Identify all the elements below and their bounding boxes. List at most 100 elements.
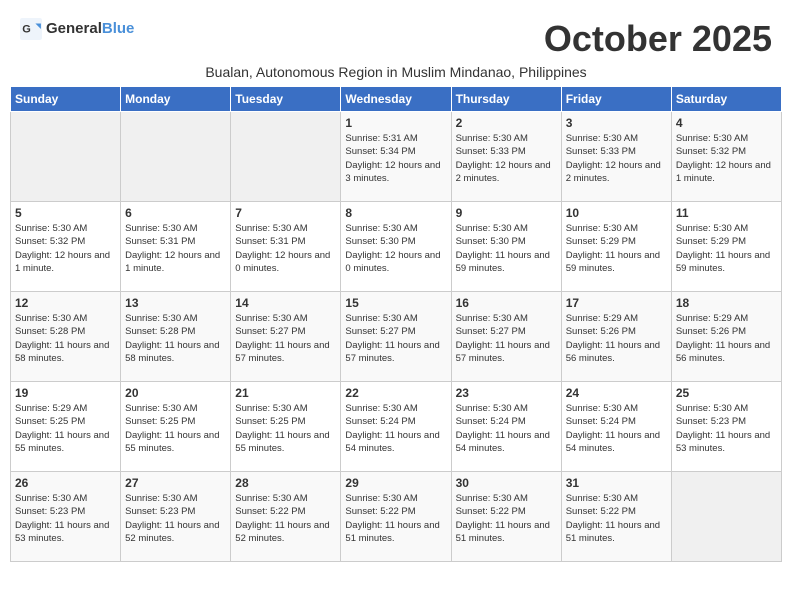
week-row-3: 12 Sunrise: 5:30 AM Sunset: 5:28 PM Dayli… — [11, 292, 782, 382]
calendar-cell: 30 Sunrise: 5:30 AM Sunset: 5:22 PM Dayli… — [451, 472, 561, 562]
calendar-cell — [121, 112, 231, 202]
calendar-cell: 18Sunrise: 5:29 AM Sunset: 5:26 PM Dayli… — [671, 292, 781, 382]
day-header-friday: Friday — [561, 87, 671, 112]
calendar-cell: 4 Sunrise: 5:30 AM Sunset: 5:32 PM Daylig… — [671, 112, 781, 202]
day-info: Sunrise: 5:30 AM Sunset: 5:27 PM Dayligh… — [235, 312, 336, 365]
calendar-cell: 20 Sunrise: 5:30 AM Sunset: 5:25 PM Dayli… — [121, 382, 231, 472]
day-header-sunday: Sunday — [11, 87, 121, 112]
calendar-cell: 25 Sunrise: 5:30 AM Sunset: 5:23 PM Dayli… — [671, 382, 781, 472]
day-info: Sunrise: 5:30 AM Sunset: 5:25 PM Dayligh… — [125, 402, 226, 455]
calendar-cell: 1 Sunrise: 5:31 AM Sunset: 5:34 PM Daylig… — [341, 112, 451, 202]
day-number: 4 — [676, 116, 777, 130]
day-number: 9 — [456, 206, 557, 220]
day-info: Sunrise: 5:30 AM Sunset: 5:24 PM Dayligh… — [345, 402, 446, 455]
day-info: Sunrise: 5:30 AM Sunset: 5:28 PM Dayligh… — [125, 312, 226, 365]
calendar-cell: 13 Sunrise: 5:30 AM Sunset: 5:28 PM Dayli… — [121, 292, 231, 382]
day-number: 8 — [345, 206, 446, 220]
day-info: Sunrise: 5:30 AM Sunset: 5:30 PM Dayligh… — [456, 222, 557, 275]
day-number: 20 — [125, 386, 226, 400]
day-info: Sunrise: 5:30 AM Sunset: 5:27 PM Dayligh… — [456, 312, 557, 365]
calendar-cell: 31 Sunrise: 5:30 AM Sunset: 5:22 PM Dayli… — [561, 472, 671, 562]
week-row-1: 1 Sunrise: 5:31 AM Sunset: 5:34 PM Daylig… — [11, 112, 782, 202]
calendar-cell: 8 Sunrise: 5:30 AM Sunset: 5:30 PM Daylig… — [341, 202, 451, 292]
day-header-tuesday: Tuesday — [231, 87, 341, 112]
day-info: Sunrise: 5:30 AM Sunset: 5:32 PM Dayligh… — [676, 132, 777, 185]
day-number: 6 — [125, 206, 226, 220]
day-info: Sunrise: 5:30 AM Sunset: 5:23 PM Dayligh… — [15, 492, 116, 545]
header: G GeneralBlue October 2025 — [10, 10, 782, 64]
day-info: Sunrise: 5:30 AM Sunset: 5:31 PM Dayligh… — [125, 222, 226, 275]
day-number: 17 — [566, 296, 667, 310]
day-number: 14 — [235, 296, 336, 310]
day-info: Sunrise: 5:30 AM Sunset: 5:30 PM Dayligh… — [345, 222, 446, 275]
day-number: 11 — [676, 206, 777, 220]
day-number: 28 — [235, 476, 336, 490]
logo: G GeneralBlue — [20, 18, 134, 40]
calendar-cell: 15 Sunrise: 5:30 AM Sunset: 5:27 PM Dayli… — [341, 292, 451, 382]
day-info: Sunrise: 5:29 AM Sunset: 5:26 PM Dayligh… — [566, 312, 667, 365]
day-number: 25 — [676, 386, 777, 400]
day-number: 12 — [15, 296, 116, 310]
day-number: 15 — [345, 296, 446, 310]
month-title: October 2025 — [544, 18, 772, 60]
calendar-cell: 14 Sunrise: 5:30 AM Sunset: 5:27 PM Dayli… — [231, 292, 341, 382]
week-row-2: 5 Sunrise: 5:30 AM Sunset: 5:32 PM Daylig… — [11, 202, 782, 292]
day-info: Sunrise: 5:30 AM Sunset: 5:29 PM Dayligh… — [676, 222, 777, 275]
calendar-cell: 3 Sunrise: 5:30 AM Sunset: 5:33 PM Daylig… — [561, 112, 671, 202]
day-number: 1 — [345, 116, 446, 130]
day-info: Sunrise: 5:29 AM Sunset: 5:25 PM Dayligh… — [15, 402, 116, 455]
day-info: Sunrise: 5:29 AM Sunset: 5:26 PM Dayligh… — [676, 312, 777, 365]
week-row-4: 19Sunrise: 5:29 AM Sunset: 5:25 PM Dayli… — [11, 382, 782, 472]
day-info: Sunrise: 5:30 AM Sunset: 5:23 PM Dayligh… — [676, 402, 777, 455]
calendar-cell: 24 Sunrise: 5:30 AM Sunset: 5:24 PM Dayli… — [561, 382, 671, 472]
calendar-cell — [671, 472, 781, 562]
days-header-row: SundayMondayTuesdayWednesdayThursdayFrid… — [11, 87, 782, 112]
day-number: 7 — [235, 206, 336, 220]
subtitle: Bualan, Autonomous Region in Muslim Mind… — [10, 64, 782, 80]
calendar-cell: 22 Sunrise: 5:30 AM Sunset: 5:24 PM Dayli… — [341, 382, 451, 472]
day-header-saturday: Saturday — [671, 87, 781, 112]
day-number: 23 — [456, 386, 557, 400]
day-info: Sunrise: 5:30 AM Sunset: 5:22 PM Dayligh… — [456, 492, 557, 545]
day-number: 5 — [15, 206, 116, 220]
day-info: Sunrise: 5:31 AM Sunset: 5:34 PM Dayligh… — [345, 132, 446, 185]
day-number: 30 — [456, 476, 557, 490]
day-number: 3 — [566, 116, 667, 130]
logo-general: GeneralBlue — [46, 20, 134, 38]
calendar-cell: 27Sunrise: 5:30 AM Sunset: 5:23 PM Dayli… — [121, 472, 231, 562]
day-number: 29 — [345, 476, 446, 490]
calendar-cell: 28Sunrise: 5:30 AM Sunset: 5:22 PM Dayli… — [231, 472, 341, 562]
calendar-cell: 26 Sunrise: 5:30 AM Sunset: 5:23 PM Dayli… — [11, 472, 121, 562]
day-number: 26 — [15, 476, 116, 490]
day-info: Sunrise: 5:30 AM Sunset: 5:22 PM Dayligh… — [566, 492, 667, 545]
day-number: 13 — [125, 296, 226, 310]
calendar-table: SundayMondayTuesdayWednesdayThursdayFrid… — [10, 86, 782, 562]
day-info: Sunrise: 5:30 AM Sunset: 5:33 PM Dayligh… — [566, 132, 667, 185]
logo-icon: G — [20, 18, 42, 40]
calendar-cell: 2 Sunrise: 5:30 AM Sunset: 5:33 PM Daylig… — [451, 112, 561, 202]
day-info: Sunrise: 5:30 AM Sunset: 5:28 PM Dayligh… — [15, 312, 116, 365]
day-info: Sunrise: 5:30 AM Sunset: 5:24 PM Dayligh… — [456, 402, 557, 455]
calendar-cell: 23 Sunrise: 5:30 AM Sunset: 5:24 PM Dayli… — [451, 382, 561, 472]
day-info: Sunrise: 5:30 AM Sunset: 5:22 PM Dayligh… — [345, 492, 446, 545]
day-info: Sunrise: 5:30 AM Sunset: 5:33 PM Dayligh… — [456, 132, 557, 185]
calendar-cell: 12 Sunrise: 5:30 AM Sunset: 5:28 PM Dayli… — [11, 292, 121, 382]
day-number: 16 — [456, 296, 557, 310]
calendar-cell: 29 Sunrise: 5:30 AM Sunset: 5:22 PM Dayli… — [341, 472, 451, 562]
day-header-wednesday: Wednesday — [341, 87, 451, 112]
week-row-5: 26 Sunrise: 5:30 AM Sunset: 5:23 PM Dayli… — [11, 472, 782, 562]
day-number: 22 — [345, 386, 446, 400]
day-info: Sunrise: 5:30 AM Sunset: 5:29 PM Dayligh… — [566, 222, 667, 275]
calendar-cell: 9 Sunrise: 5:30 AM Sunset: 5:30 PM Daylig… — [451, 202, 561, 292]
day-number: 27 — [125, 476, 226, 490]
calendar-cell: 19Sunrise: 5:29 AM Sunset: 5:25 PM Dayli… — [11, 382, 121, 472]
day-info: Sunrise: 5:30 AM Sunset: 5:32 PM Dayligh… — [15, 222, 116, 275]
day-info: Sunrise: 5:30 AM Sunset: 5:27 PM Dayligh… — [345, 312, 446, 365]
day-info: Sunrise: 5:30 AM Sunset: 5:24 PM Dayligh… — [566, 402, 667, 455]
day-number: 31 — [566, 476, 667, 490]
calendar-cell: 21Sunrise: 5:30 AM Sunset: 5:25 PM Dayli… — [231, 382, 341, 472]
calendar-cell: 10Sunrise: 5:30 AM Sunset: 5:29 PM Dayli… — [561, 202, 671, 292]
day-number: 24 — [566, 386, 667, 400]
day-number: 2 — [456, 116, 557, 130]
calendar-cell — [231, 112, 341, 202]
